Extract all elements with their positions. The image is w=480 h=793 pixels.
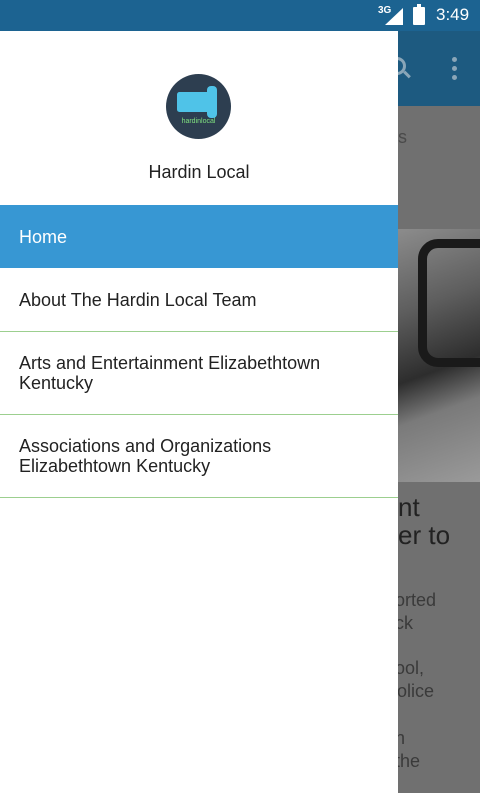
headline-line: nt (398, 492, 420, 522)
signal-icon (385, 8, 403, 25)
menu-item-label: Associations and Organizations Elizabeth… (19, 436, 272, 476)
clock: 3:49 (436, 5, 470, 24)
drawer-menu: Home About The Hardin Local Team Arts an… (0, 205, 398, 498)
menu-item-arts-entertainment[interactable]: Arts and Entertainment Elizabethtown Ken… (0, 332, 398, 415)
partial-text: s (398, 127, 407, 147)
app-logo: hardinlocal (166, 74, 231, 139)
megaphone-icon (177, 86, 217, 118)
headline-line: er to (398, 520, 451, 550)
menu-item-associations[interactable]: Associations and Organizations Elizabeth… (0, 415, 398, 498)
navigation-drawer: hardinlocal Hardin Local Home About The … (0, 31, 398, 793)
menu-item-label: Home (19, 226, 68, 247)
battery-icon (413, 4, 425, 25)
status-bar: 3G 3:49 (0, 0, 480, 31)
article-headline: nt er to (398, 493, 450, 549)
menu-item-label: About The Hardin Local Team (19, 289, 257, 310)
more-options-icon (452, 57, 457, 84)
drawer-header: hardinlocal Hardin Local (0, 31, 398, 205)
menu-item-label: Arts and Entertainment Elizabethtown Ken… (19, 353, 321, 393)
menu-item-about[interactable]: About The Hardin Local Team (0, 268, 398, 332)
logo-text: hardinlocal (181, 118, 216, 125)
app-name: Hardin Local (148, 162, 250, 182)
article-image (398, 229, 480, 482)
menu-item-home[interactable]: Home (0, 205, 398, 268)
